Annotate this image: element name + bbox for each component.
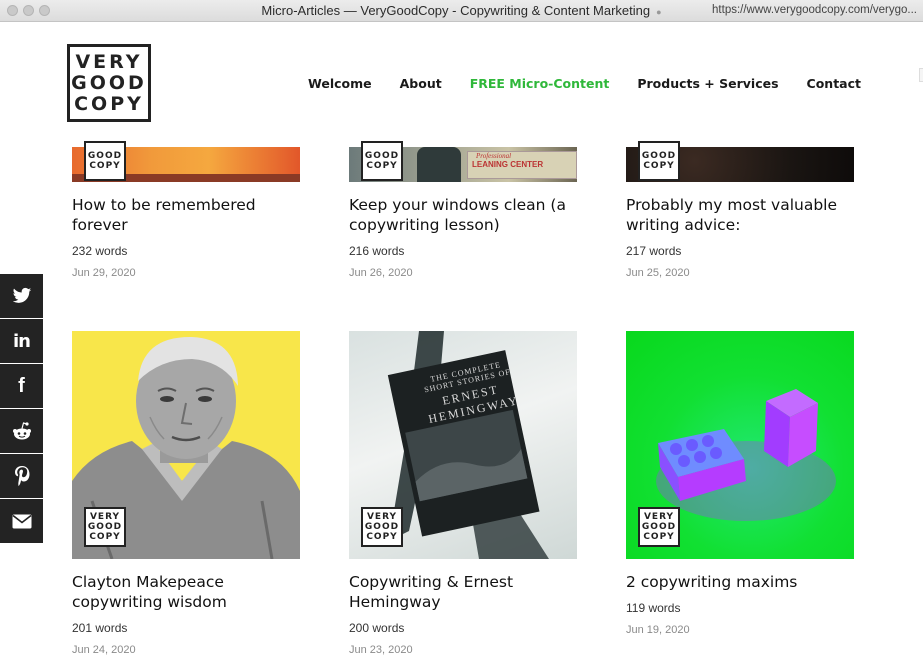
article-date: Jun 23, 2020 — [349, 644, 413, 656]
pinterest-share-button[interactable] — [0, 454, 43, 498]
article-title[interactable]: How to be remembered forever — [72, 195, 282, 235]
reddit-share-button[interactable] — [0, 409, 43, 453]
site-logo[interactable]: VERY GOOD COPY — [67, 44, 151, 122]
article-word-count: 119 words — [626, 601, 681, 615]
nav-contact[interactable]: Contact — [807, 76, 861, 91]
linkedin-share-button[interactable]: in — [0, 319, 43, 363]
twitter-share-button[interactable] — [0, 274, 43, 318]
article-word-count: 200 words — [349, 621, 405, 635]
url-bar[interactable]: https://www.verygoodcopy.com/verygo... — [712, 4, 917, 16]
logo-badge: GOOD COPY — [84, 141, 126, 181]
linkedin-icon: in — [13, 330, 31, 352]
article-thumbnail[interactable]: VERY GOOD COPY — [72, 331, 300, 559]
logo-badge: GOOD COPY — [638, 141, 680, 181]
article-title[interactable]: Keep your windows clean (a copywriting l… — [349, 195, 579, 235]
sign-text: LEANING CENTER — [472, 160, 544, 169]
pinterest-icon — [14, 466, 29, 486]
logo-badge: GOOD COPY — [361, 141, 403, 181]
article-word-count: 201 words — [72, 621, 128, 635]
nav-free-micro-content[interactable]: FREE Micro-Content — [470, 76, 610, 91]
article-title[interactable]: 2 copywriting maxims — [626, 572, 856, 592]
browser-titlebar: Micro-Articles — VeryGoodCopy - Copywrit… — [0, 0, 923, 22]
article-thumbnail[interactable]: THE COMPLETE SHORT STORIES OF ERNEST HEM… — [349, 331, 577, 559]
nav-products-services[interactable]: Products + Services — [637, 76, 778, 91]
sign-text: Professional — [476, 152, 512, 160]
audio-dot-icon: ● — [656, 7, 662, 17]
reddit-icon — [12, 422, 31, 440]
social-share-bar: in f — [0, 274, 43, 544]
article-word-count: 217 words — [626, 244, 682, 258]
article-thumbnail[interactable]: VERY GOOD COPY — [626, 331, 854, 559]
article-date: Jun 25, 2020 — [626, 267, 690, 279]
article-date: Jun 24, 2020 — [72, 644, 136, 656]
logo-badge: VERY GOOD COPY — [361, 507, 403, 547]
email-share-button[interactable] — [0, 499, 43, 543]
facebook-icon: f — [18, 374, 25, 397]
twitter-icon — [12, 287, 31, 303]
article-date: Jun 29, 2020 — [72, 267, 136, 279]
nav-welcome[interactable]: Welcome — [308, 76, 372, 91]
article-title[interactable]: Clayton Makepeace copywriting wisdom — [72, 572, 262, 612]
logo-badge: VERY GOOD COPY — [638, 507, 680, 547]
main-nav: Welcome About FREE Micro-Content Product… — [308, 76, 861, 91]
logo-line-2: GOOD — [71, 71, 147, 94]
article-title[interactable]: Copywriting & Ernest Hemingway — [349, 572, 549, 612]
article-word-count: 232 words — [72, 244, 128, 258]
article-word-count: 216 words — [349, 244, 405, 258]
logo-line-3: COPY — [74, 92, 144, 115]
article-date: Jun 26, 2020 — [349, 267, 413, 279]
article-date: Jun 19, 2020 — [626, 624, 690, 636]
article-title[interactable]: Probably my most valuable writing advice… — [626, 195, 856, 235]
logo-line-1: VERY — [75, 50, 143, 73]
email-icon — [12, 514, 31, 528]
logo-badge: VERY GOOD COPY — [84, 507, 126, 547]
facebook-share-button[interactable]: f — [0, 364, 43, 408]
nav-about[interactable]: About — [400, 76, 442, 91]
scrollbar[interactable] — [919, 68, 923, 82]
